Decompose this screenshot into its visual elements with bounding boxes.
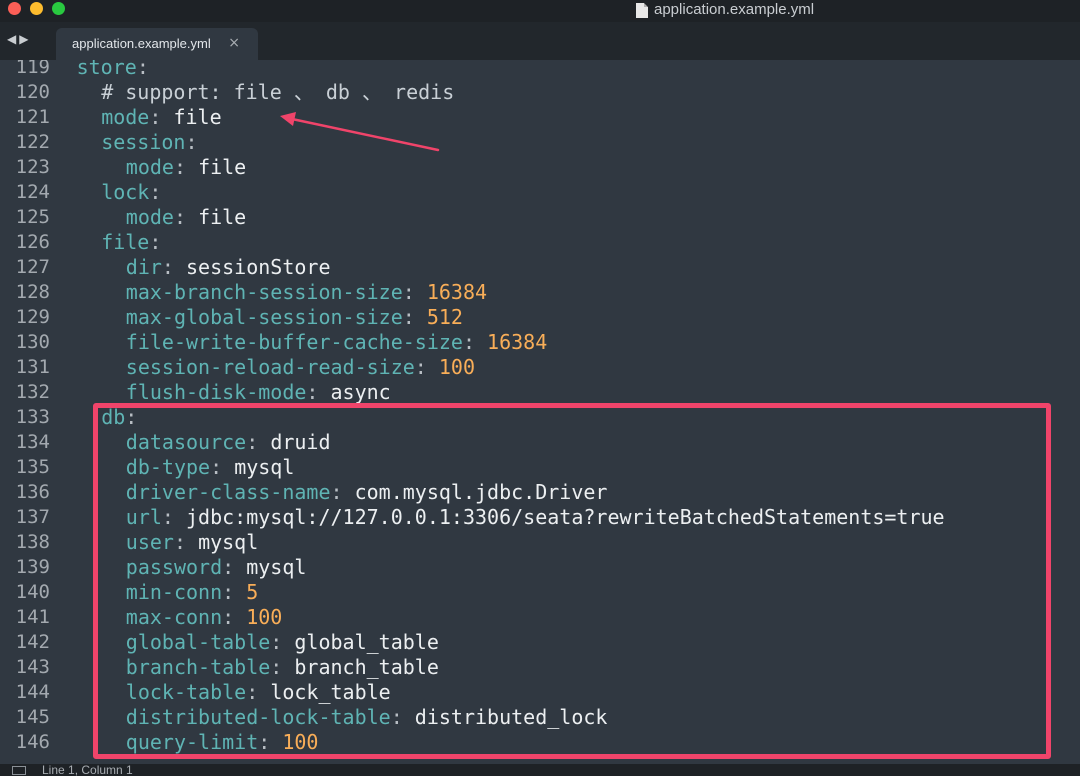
tab-label: application.example.yml bbox=[72, 36, 211, 51]
window-maximize-button[interactable] bbox=[52, 2, 65, 15]
annotation-highlight-box bbox=[93, 403, 1051, 759]
tab-bar: ◀▶ application.example.yml × bbox=[0, 22, 1080, 60]
panel-toggle-icon[interactable] bbox=[12, 766, 26, 775]
window-minimize-button[interactable] bbox=[30, 2, 43, 15]
window-close-button[interactable] bbox=[8, 2, 21, 15]
code-editor[interactable]: 119 120 121 122 123 124 125 126 127 128 129 130 131 1… bbox=[0, 60, 1080, 764]
close-icon[interactable]: × bbox=[228, 35, 240, 51]
status-text: Line 1, Column 1 bbox=[42, 764, 133, 776]
nav-back-icon[interactable]: ◀ bbox=[7, 32, 19, 46]
window-title-text: application.example.yml bbox=[654, 1, 815, 18]
tab-application-example-yml[interactable]: application.example.yml × bbox=[56, 28, 258, 60]
tab-navigation: ◀▶ bbox=[7, 32, 31, 46]
window-titlebar: application.example.yml bbox=[0, 0, 1080, 22]
window-title: application.example.yml bbox=[636, 0, 814, 20]
document-icon bbox=[636, 2, 648, 18]
status-bar: Line 1, Column 1 bbox=[0, 764, 1080, 776]
nav-forward-icon[interactable]: ▶ bbox=[19, 32, 31, 46]
